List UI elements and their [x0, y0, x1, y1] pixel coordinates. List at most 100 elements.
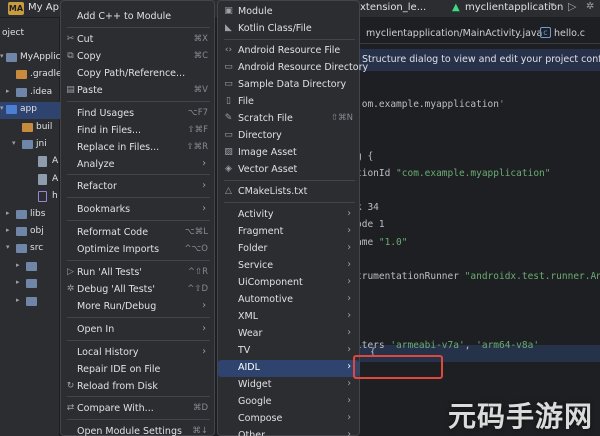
new-item-android-resource-directory[interactable]: ▭ Android Resource Directory [218, 60, 368, 77]
menu-item-paste[interactable]: ▤ Paste ⌘V [61, 83, 214, 100]
menu-item-copy[interactable]: ⧉ Copy ⌘C [61, 49, 214, 66]
project-badge[interactable]: MA [8, 2, 24, 15]
menu-item-refactor[interactable]: Refactor › [61, 179, 214, 196]
new-item-android-resource-file[interactable]: ‹› Android Resource File [218, 43, 359, 60]
menu-item-analyze[interactable]: Analyze › [61, 157, 214, 174]
new-item-fragment[interactable]: Fragment › [218, 224, 359, 241]
tree-root-label[interactable]: oject [0, 26, 60, 43]
tree-item[interactable]: ▸ [0, 294, 60, 311]
new-item-scratch-file[interactable]: ✎ Scratch File ⇧⌘N [218, 111, 359, 128]
chevron-icon[interactable]: ▸ [6, 87, 10, 95]
chevron-down-icon[interactable]: ▾ [550, 1, 555, 11]
chevron-icon[interactable]: ▾ [0, 52, 4, 60]
menu-item-open-module-settings[interactable]: Open Module Settings ⌘↓ [61, 424, 214, 436]
menu-item-optimize-imports[interactable]: Optimize Imports ^⌥O [61, 242, 214, 259]
menu-item-repair-ide-on-file[interactable]: Repair IDE on File [61, 362, 214, 379]
tree-item[interactable]: ▾ app [0, 102, 60, 120]
tab-mainactivity[interactable]: myclientapplication/MainActivity.java [366, 28, 542, 39]
new-item-automotive[interactable]: Automotive › [218, 292, 359, 309]
new-item-google[interactable]: Google › [218, 394, 359, 411]
menu-item-replace-in-files[interactable]: Replace in Files... ⇧⌘R [61, 140, 214, 157]
menu-item-compare-with[interactable]: ⇄ Compare With... ⌘D [61, 401, 214, 418]
new-item-wear[interactable]: Wear › [218, 326, 359, 343]
tree-item[interactable]: A [0, 154, 60, 171]
menu-item-label: Run 'All Tests' [77, 267, 142, 278]
code-editor[interactable]: .om.example.myapplication' g {tionId "com… [356, 71, 600, 436]
tree-item[interactable]: ▸ obj [0, 224, 60, 241]
new-item-uicomponent[interactable]: UiComponent › [218, 275, 359, 292]
tree-item[interactable]: ▸ .idea [0, 85, 60, 102]
chevron-right-icon: › [202, 300, 206, 311]
menu-item-more-run-debug[interactable]: More Run/Debug › [61, 299, 214, 316]
chevron-icon[interactable]: ▸ [16, 296, 20, 304]
chevron-icon[interactable]: ▸ [16, 278, 20, 286]
chevron-icon[interactable]: ▸ [6, 209, 10, 217]
tree-item[interactable]: ▾ src [0, 241, 60, 258]
menu-item-reformat-code[interactable]: Reformat Code ⌥⌘L [61, 225, 214, 242]
tree-item[interactable]: buil [0, 120, 60, 137]
menu-item-add-c-to-module[interactable]: Add C++ to Module [61, 9, 214, 26]
new-item-vector-asset[interactable]: ◈ Vector Asset [218, 162, 359, 179]
menu-separator [67, 197, 210, 198]
new-item-other[interactable]: Other › [218, 428, 359, 436]
menu-item-find-in-files[interactable]: Find in Files... ⇧⌘F [61, 123, 214, 140]
new-item-service[interactable]: Service › [218, 258, 359, 275]
new-item-xml[interactable]: XML › [218, 309, 359, 326]
new-item-activity[interactable]: Activity › [218, 207, 359, 224]
menu-item-reload-from-disk[interactable]: ↻ Reload from Disk [61, 379, 214, 396]
new-item-sample-data-directory[interactable]: ▭ Sample Data Directory [218, 77, 359, 94]
menu-item-shortcut: ⌥⌘L [184, 227, 208, 237]
menu-item-debug-all-tests[interactable]: ✲ Debug 'All Tests' ^⇧D [61, 282, 214, 299]
tree-item[interactable]: ▸ [0, 259, 60, 276]
menu-item-label: Copy [77, 51, 102, 62]
new-item-image-asset[interactable]: ▨ Image Asset [218, 145, 359, 162]
run-config-selector[interactable]: myclientapplication [465, 2, 563, 13]
tree-item[interactable]: h [0, 189, 60, 206]
menu-item-run-all-tests[interactable]: ▷ Run 'All Tests' ^⇧R [61, 265, 214, 282]
menu-item-local-history[interactable]: Local History › [61, 345, 214, 362]
debug-icon[interactable]: ✲ [586, 1, 594, 12]
chevron-icon[interactable]: ▸ [6, 226, 10, 234]
menu-item-find-usages[interactable]: Find Usages ⌥F7 [61, 106, 214, 123]
chevron-icon[interactable]: ▾ [0, 104, 4, 112]
chevron-right-icon: › [347, 310, 351, 321]
tree-item-label: .gradle [30, 69, 60, 80]
new-item-file[interactable]: ▯ File [218, 94, 359, 111]
menu-item-label: Copy Path/Reference... [77, 68, 186, 79]
tree-item[interactable]: ▾ MyApplica [0, 50, 60, 67]
new-item-kotlin-class-file[interactable]: ◣ Kotlin Class/File [218, 21, 359, 38]
menu-separator [224, 39, 355, 40]
new-item-widget[interactable]: Widget › [218, 377, 359, 394]
menu-item-label: File [238, 96, 254, 107]
new-item-directory[interactable]: ▭ Directory [218, 128, 359, 145]
project-structure-notice[interactable]: Structure dialog to view and edit your p… [356, 49, 600, 71]
new-item-compose[interactable]: Compose › [218, 411, 359, 428]
project-name[interactable]: My Ap [28, 2, 59, 13]
menu-item-bookmarks[interactable]: Bookmarks › [61, 202, 214, 219]
chevron-right-icon: › [347, 293, 351, 304]
tree-item[interactable]: A [0, 172, 60, 189]
new-item-cmakelists-txt[interactable]: △ CMakeLists.txt [218, 184, 359, 201]
menu-item-cut[interactable]: ✂ Cut ⌘X [61, 32, 214, 49]
menu-item-copy-path-reference[interactable]: Copy Path/Reference... [61, 66, 214, 83]
branch-selector[interactable]: xtension_le... [360, 2, 426, 13]
menu-item-open-in[interactable]: Open In › [61, 322, 214, 339]
tree-item[interactable]: .gradle [0, 67, 60, 84]
tree-item[interactable]: ▸ [0, 276, 60, 293]
new-item-module[interactable]: ▣ Module [218, 4, 359, 21]
new-item-folder[interactable]: Folder › [218, 241, 359, 258]
menu-item-label: Android Resource Directory [238, 62, 369, 73]
run-icon[interactable]: ▷ [568, 0, 576, 13]
folder-icon: ▭ [224, 62, 233, 72]
new-item-tv[interactable]: TV › [218, 343, 359, 360]
new-item-aidl[interactable]: AIDL › [218, 360, 359, 377]
tree-item[interactable]: ▸ libs [0, 207, 60, 224]
chevron-icon[interactable]: ▸ [16, 261, 20, 269]
tab-hello-c[interactable]: hello.c [554, 28, 585, 39]
chevron-icon[interactable]: ▾ [12, 139, 16, 147]
folder-icon [6, 53, 17, 62]
tree-item[interactable]: ▾ jni [0, 137, 60, 154]
chevron-icon[interactable]: ▾ [6, 243, 10, 251]
menu-item-shortcut: ^⇧R [187, 267, 208, 277]
project-tree[interactable]: oject ▾ MyApplica .gradle ▸ .idea ▾ app buil ▾ jni… [0, 18, 60, 436]
